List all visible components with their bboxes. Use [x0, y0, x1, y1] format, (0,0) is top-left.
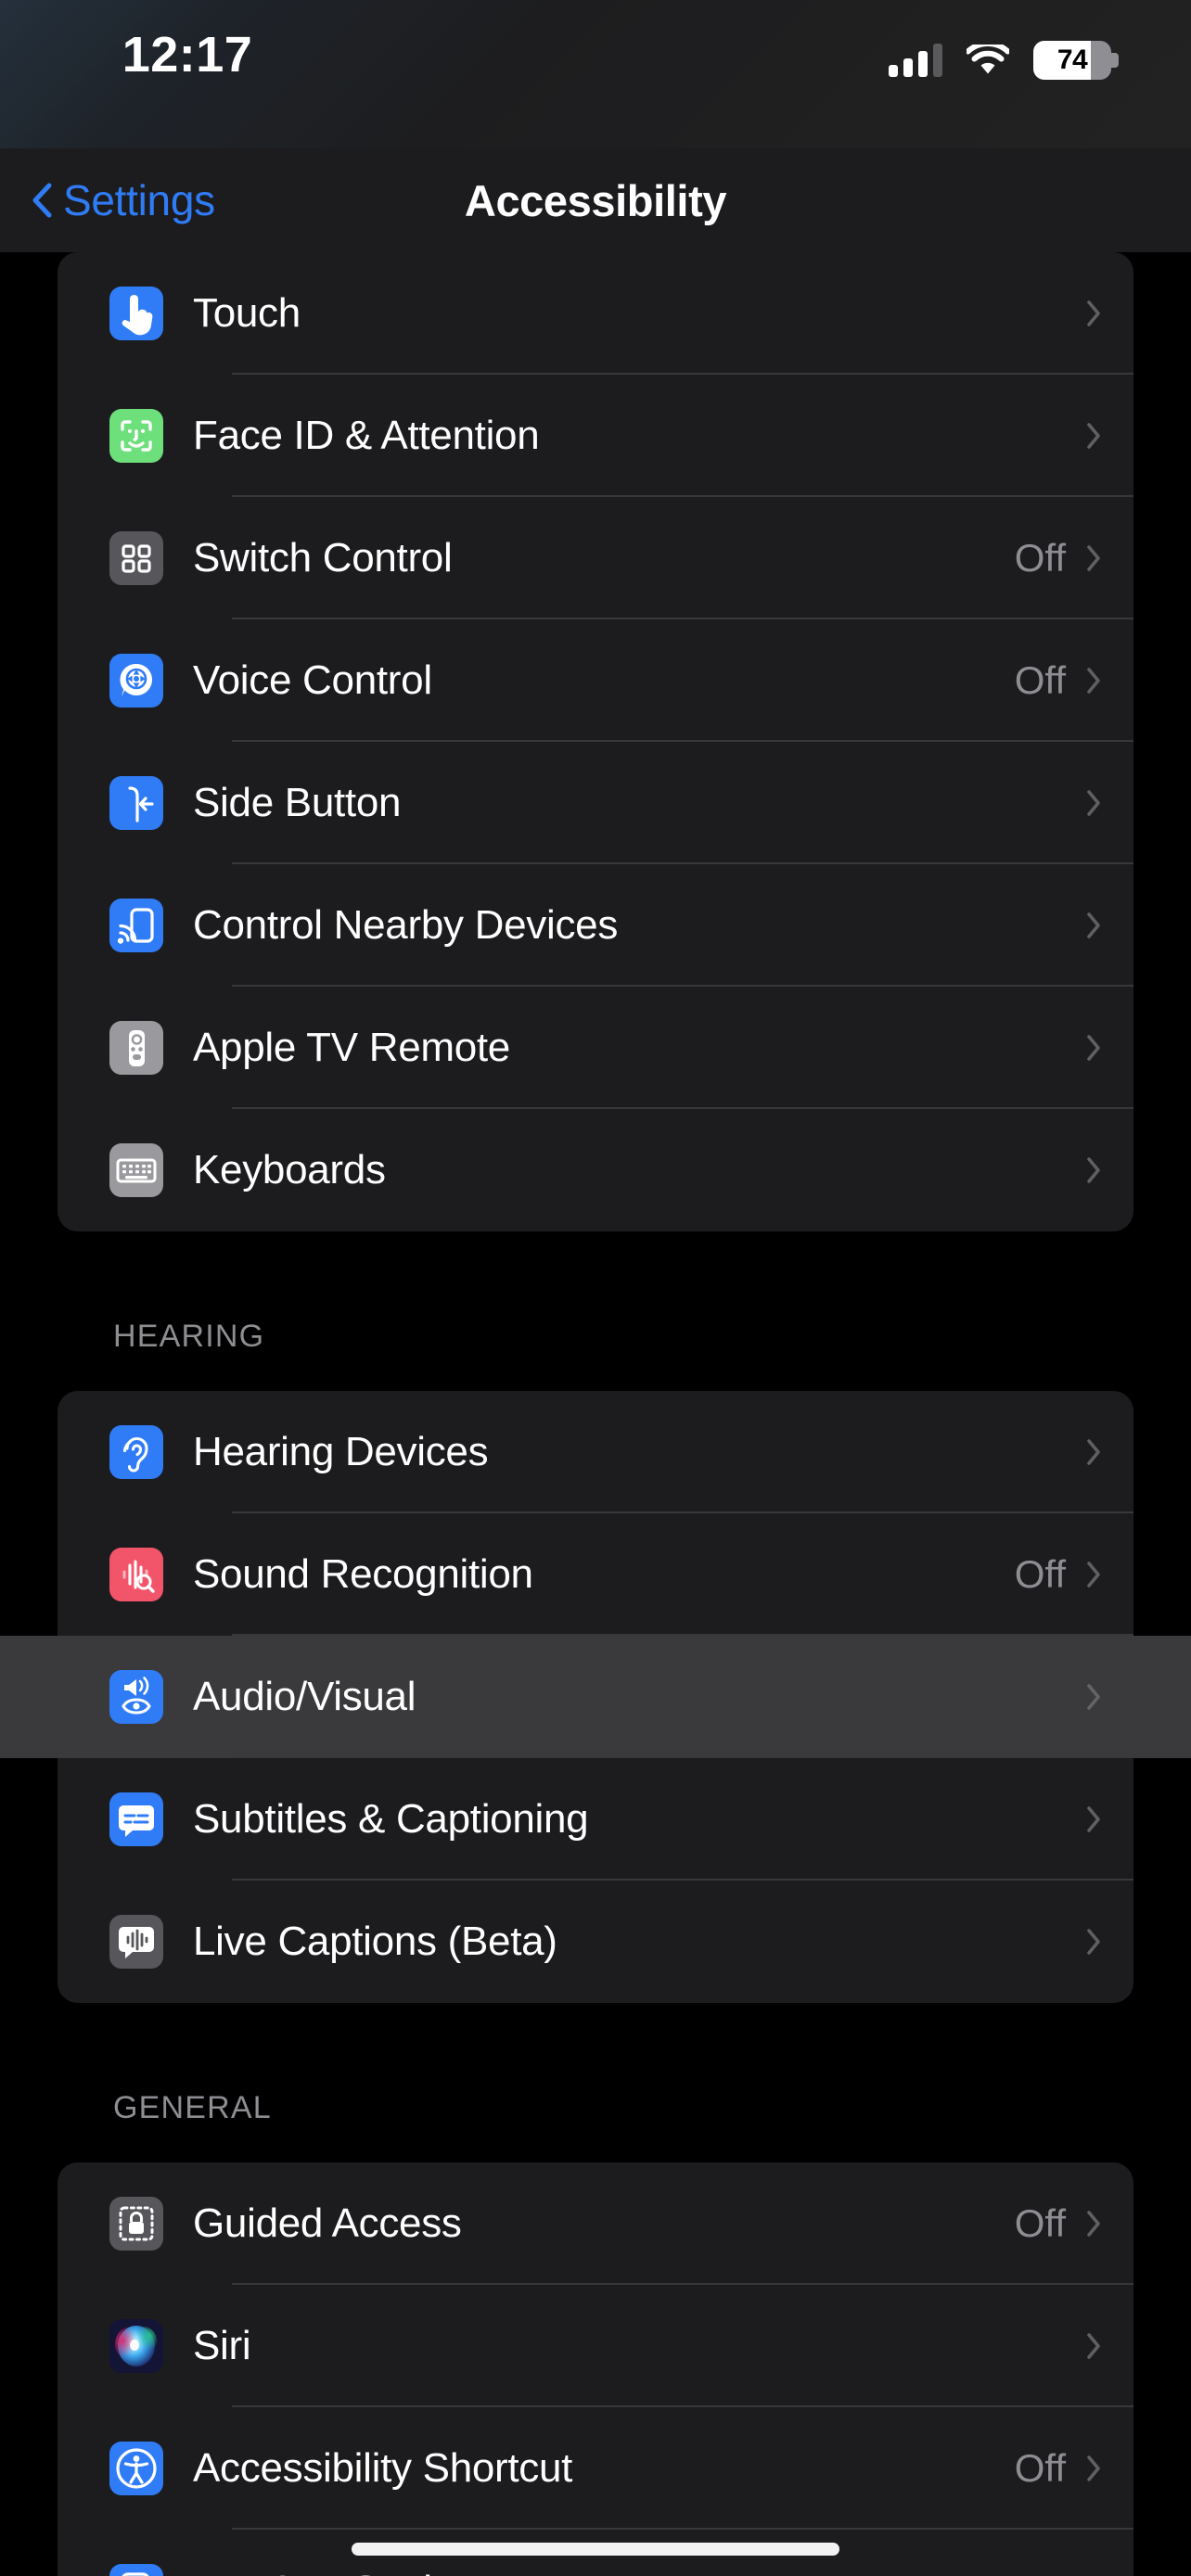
list-item[interactable]: Voice Control Off: [58, 619, 1133, 742]
accessibility-icon: [109, 2442, 163, 2495]
chevron-right-icon: [1087, 1035, 1100, 1061]
side-button-icon: [109, 776, 163, 830]
list-item[interactable]: Touch: [58, 252, 1133, 375]
list-item[interactable]: Hearing Devices: [58, 1391, 1133, 1513]
list-item-label: Sound Recognition: [193, 1551, 533, 1597]
settings-group-hearing: Hearing Devices Sound Recognition Off Au…: [0, 1391, 1191, 2003]
chevron-right-icon: [1087, 2455, 1100, 2481]
chevron-right-icon: [1087, 1684, 1100, 1710]
cellular-signal-icon: [889, 44, 942, 77]
chevron-right-icon: [1087, 2211, 1100, 2237]
list-item[interactable]: Apple TV Remote: [58, 987, 1133, 1109]
touch-icon: [109, 287, 163, 340]
list-item[interactable]: Accessibility Shortcut Off: [58, 2407, 1133, 2530]
chevron-right-icon: [1087, 545, 1100, 571]
wifi-icon: [967, 45, 1009, 76]
list-item-label: Accessibility Shortcut: [193, 2445, 573, 2491]
list-item-label: Side Button: [193, 780, 402, 825]
list-item-label: Audio/Visual: [193, 1674, 416, 1719]
sound-recognition-icon: [109, 1548, 163, 1601]
chevron-right-icon: [1087, 1806, 1100, 1832]
list-item-value: Off: [1014, 2201, 1066, 2245]
page-title: Accessibility: [464, 175, 727, 225]
battery-percent-label: 74: [1057, 45, 1088, 75]
settings-group-top: Touch Face ID & Attention Switch Control…: [58, 252, 1133, 1231]
home-indicator[interactable]: [352, 2543, 839, 2556]
list-item-label: Siri: [193, 2323, 251, 2368]
chevron-right-icon: [1087, 300, 1100, 326]
nearby-devices-icon: [109, 899, 163, 952]
status-bar-time: 12:17: [122, 27, 253, 83]
list-item[interactable]: Face ID & Attention: [58, 375, 1133, 497]
list-item[interactable]: Switch Control Off: [58, 497, 1133, 619]
list-item[interactable]: Sound Recognition Off: [58, 1513, 1133, 1636]
list-item-label: Hearing Devices: [193, 1429, 489, 1474]
chevron-right-icon: [1087, 1439, 1100, 1465]
list-item-value: Off: [1014, 536, 1066, 580]
list-item-label: Switch Control: [193, 535, 453, 580]
face-id-icon: [109, 409, 163, 463]
status-bar: 12:17 74: [0, 0, 1191, 148]
guided-access-icon: [109, 2197, 163, 2251]
apple-tv-remote-icon: [109, 1021, 163, 1075]
list-item[interactable]: Live Captions (Beta): [58, 1881, 1133, 2003]
chevron-right-icon: [1087, 790, 1100, 816]
list-item-label: Touch: [193, 290, 301, 336]
switch-control-icon: [109, 531, 163, 585]
list-item-value: Off: [1014, 658, 1066, 702]
section-header-hearing: HEARING: [113, 1319, 265, 1354]
chevron-right-icon: [1087, 1157, 1100, 1183]
list-item[interactable]: Control Nearby Devices: [58, 864, 1133, 987]
list-item-label: Per-App Settings: [193, 2568, 1086, 2576]
list-item[interactable]: Siri: [58, 2285, 1133, 2407]
iphone-screen: 12:17 74 Settings Accessibility Touch Fa…: [0, 0, 1191, 2576]
navigation-bar: Settings Accessibility: [0, 148, 1191, 252]
list-item[interactable]: Audio/Visual: [0, 1636, 1191, 1758]
list-item-label: Apple TV Remote: [193, 1025, 510, 1070]
list-item-value: Off: [1014, 1552, 1066, 1596]
list-item-value: Off: [1014, 2446, 1066, 2490]
settings-group-general: Guided Access Off Siri Accessibility Sho…: [58, 2162, 1133, 2576]
list-item-label: Face ID & Attention: [193, 413, 540, 458]
list-item[interactable]: Guided Access Off: [58, 2162, 1133, 2285]
list-item-label: Voice Control: [193, 657, 432, 703]
keyboard-icon: [109, 1143, 163, 1197]
list-item-label: Live Captions (Beta): [193, 1919, 557, 1964]
chevron-right-icon: [1087, 2333, 1100, 2359]
settings-scroll-view[interactable]: Touch Face ID & Attention Switch Control…: [0, 252, 1191, 2576]
list-item[interactable]: Subtitles & Captioning: [58, 1758, 1133, 1881]
ear-icon: [109, 1425, 163, 1479]
chevron-right-icon: [1087, 1562, 1100, 1588]
chevron-right-icon: [1087, 912, 1100, 938]
chevron-right-icon: [1087, 423, 1100, 449]
list-item[interactable]: Keyboards: [58, 1109, 1133, 1231]
chevron-right-icon: [1087, 668, 1100, 694]
list-item[interactable]: Side Button: [58, 742, 1133, 864]
live-captions-icon: [109, 1915, 163, 1969]
list-item-label: Guided Access: [193, 2200, 462, 2246]
battery-icon: 74: [1033, 41, 1119, 80]
per-app-settings-icon: [109, 2564, 163, 2576]
voice-control-icon: [109, 654, 163, 708]
list-item-label: Keyboards: [193, 1147, 386, 1192]
list-item-label: Control Nearby Devices: [193, 902, 619, 948]
siri-icon: [109, 2319, 163, 2373]
list-item-label: Subtitles & Captioning: [193, 1796, 589, 1842]
section-header-general: GENERAL: [113, 2090, 272, 2125]
chevron-right-icon: [1087, 1929, 1100, 1955]
status-bar-indicators: 74: [889, 41, 1119, 80]
audio-visual-icon: [109, 1670, 163, 1724]
subtitles-icon: [109, 1792, 163, 1846]
